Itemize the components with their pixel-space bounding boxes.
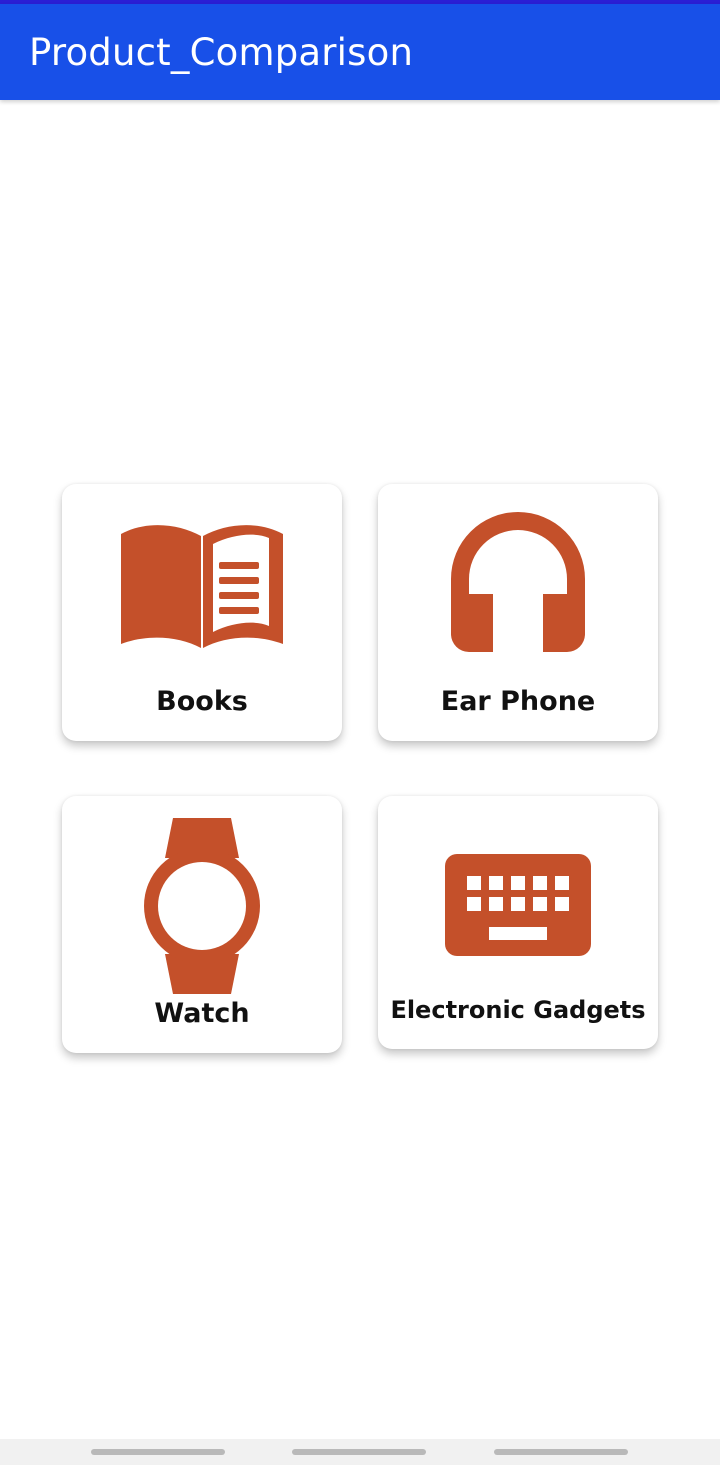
keyboard-icon (378, 854, 658, 956)
category-card-watch[interactable]: Watch (62, 796, 342, 1053)
watch-icon (62, 818, 342, 994)
headphones-icon (378, 512, 658, 652)
category-label-books: Books (156, 686, 248, 717)
back-nav[interactable] (494, 1449, 628, 1455)
app-screen: Product_Comparison Books Ear Phone Watch… (0, 0, 720, 1465)
category-label-watch: Watch (154, 998, 250, 1029)
app-title: Product_Comparison (29, 30, 414, 74)
category-label-electronic-gadgets: Electronic Gadgets (390, 996, 646, 1024)
category-card-books[interactable]: Books (62, 484, 342, 741)
category-card-electronic-gadgets[interactable]: Electronic Gadgets (378, 796, 658, 1049)
category-card-ear-phone[interactable]: Ear Phone (378, 484, 658, 741)
category-label-ear-phone: Ear Phone (440, 686, 596, 717)
home-nav[interactable] (292, 1449, 426, 1455)
book-open-icon (62, 522, 342, 648)
recent-apps-nav[interactable] (91, 1449, 225, 1455)
app-bar: Product_Comparison (0, 4, 720, 100)
system-navigation-bar (0, 1439, 720, 1465)
